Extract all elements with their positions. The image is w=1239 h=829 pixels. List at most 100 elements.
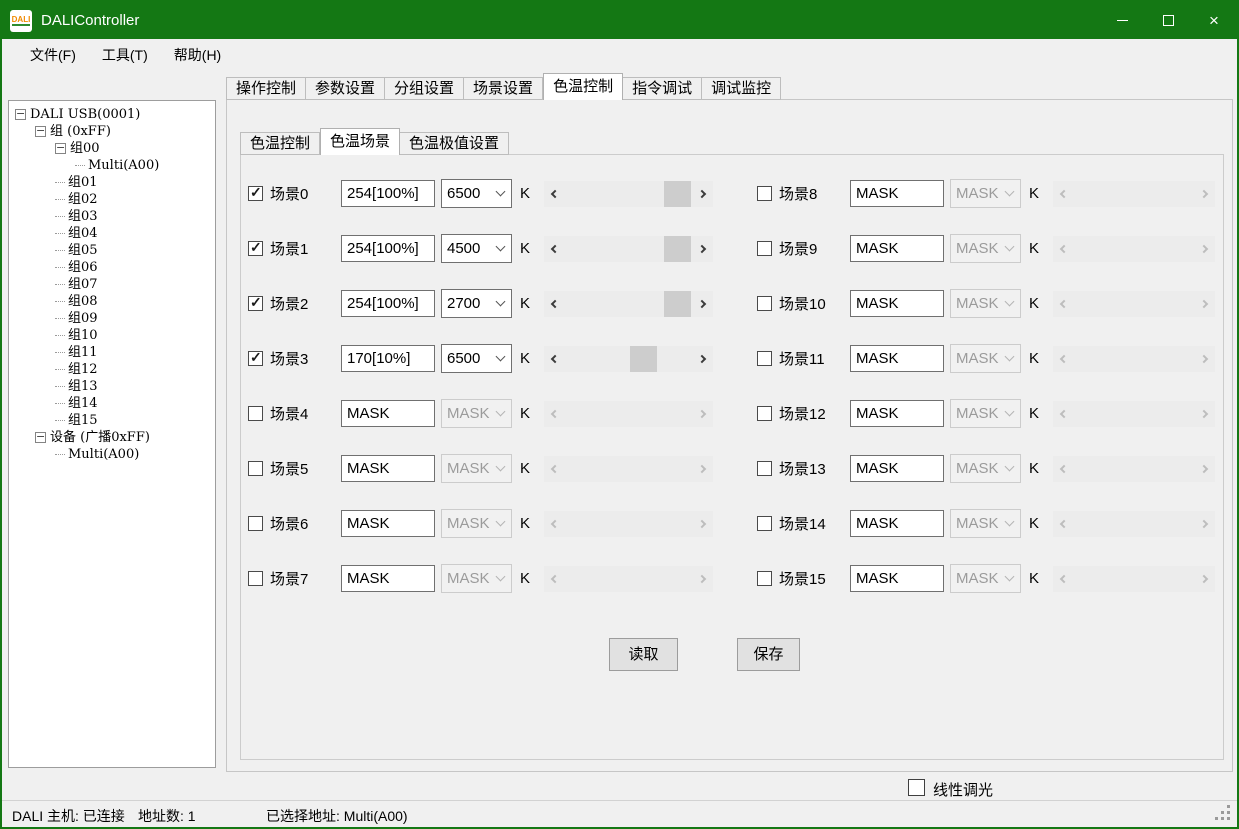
scroll-left-icon[interactable]	[1060, 574, 1068, 582]
scene-temp-select[interactable]: MASK	[950, 399, 1021, 428]
scene-level-input[interactable]	[850, 180, 944, 207]
scene-level-input[interactable]	[341, 510, 435, 537]
scroll-right-icon[interactable]	[1200, 354, 1208, 362]
scrollbar-thumb[interactable]	[664, 236, 691, 262]
scroll-left-icon[interactable]	[551, 519, 559, 527]
scene-temp-select[interactable]: MASK	[441, 399, 512, 428]
scroll-right-icon[interactable]	[698, 464, 706, 472]
scroll-right-icon[interactable]	[698, 519, 706, 527]
scene-level-input[interactable]	[341, 290, 435, 317]
resize-grip-icon[interactable]	[1227, 817, 1230, 820]
main-tab-3[interactable]: 场景设置	[464, 77, 543, 100]
menu-item-0[interactable]: 文件(F)	[17, 43, 89, 68]
scene-level-input[interactable]	[850, 455, 944, 482]
tree-item-10[interactable]: 组07	[9, 276, 215, 293]
scene-temp-scrollbar[interactable]	[1053, 456, 1215, 482]
scene-temp-scrollbar[interactable]	[1053, 236, 1215, 262]
scene-level-input[interactable]	[850, 345, 944, 372]
scene-temp-select[interactable]: 4500	[441, 234, 512, 263]
scroll-right-icon[interactable]	[1200, 189, 1208, 197]
scrollbar-thumb[interactable]	[664, 181, 691, 207]
main-tab-0[interactable]: 操作控制	[226, 77, 306, 100]
linear-dimming-checkbox[interactable]	[908, 779, 925, 796]
tree-item-19[interactable]: −设备 (广播0xFF)	[9, 429, 215, 446]
scroll-right-icon[interactable]	[1200, 409, 1208, 417]
sub-tab-0[interactable]: 色温控制	[240, 132, 320, 155]
tree-item-1[interactable]: −组 (0xFF)	[9, 123, 215, 140]
tree-item-11[interactable]: 组08	[9, 293, 215, 310]
scene-checkbox[interactable]: ✓	[248, 186, 263, 201]
tree-item-3[interactable]: Multi(A00)	[9, 157, 215, 174]
tree-expander-icon[interactable]: −	[15, 109, 26, 120]
scene-temp-scrollbar[interactable]	[544, 456, 713, 482]
scene-temp-scrollbar[interactable]	[544, 401, 713, 427]
tree-expander-icon[interactable]: −	[35, 126, 46, 137]
scene-temp-select[interactable]: MASK	[950, 454, 1021, 483]
scroll-left-icon[interactable]	[551, 244, 559, 252]
scene-level-input[interactable]	[341, 235, 435, 262]
maximize-button[interactable]	[1145, 2, 1191, 39]
scroll-right-icon[interactable]	[1200, 244, 1208, 252]
scene-temp-scrollbar[interactable]	[1053, 511, 1215, 537]
scene-temp-scrollbar[interactable]	[1053, 291, 1215, 317]
scene-temp-scrollbar[interactable]	[544, 181, 713, 207]
scene-checkbox[interactable]	[757, 516, 772, 531]
tree-item-2[interactable]: −组00	[9, 140, 215, 157]
scroll-left-icon[interactable]	[551, 299, 559, 307]
tree-item-14[interactable]: 组11	[9, 344, 215, 361]
sub-tab-1[interactable]: 色温场景	[320, 128, 400, 155]
scene-temp-scrollbar[interactable]	[1053, 181, 1215, 207]
scene-checkbox[interactable]	[757, 406, 772, 421]
tree-expander-icon[interactable]: −	[55, 143, 66, 154]
scene-level-input[interactable]	[341, 400, 435, 427]
scene-checkbox[interactable]: ✓	[248, 296, 263, 311]
scroll-left-icon[interactable]	[1060, 519, 1068, 527]
scroll-left-icon[interactable]	[551, 409, 559, 417]
scene-temp-select[interactable]: 6500	[441, 344, 512, 373]
scene-level-input[interactable]	[341, 180, 435, 207]
scroll-right-icon[interactable]	[1200, 519, 1208, 527]
tree-item-13[interactable]: 组10	[9, 327, 215, 344]
save-button[interactable]: 保存	[737, 638, 800, 671]
scroll-left-icon[interactable]	[551, 464, 559, 472]
scroll-left-icon[interactable]	[1060, 464, 1068, 472]
scene-checkbox[interactable]: ✓	[248, 241, 263, 256]
scene-temp-select[interactable]: MASK	[950, 234, 1021, 263]
scroll-right-icon[interactable]	[698, 244, 706, 252]
scene-checkbox[interactable]	[757, 461, 772, 476]
scroll-left-icon[interactable]	[1060, 299, 1068, 307]
main-tab-6[interactable]: 调试监控	[702, 77, 781, 100]
scroll-right-icon[interactable]	[698, 299, 706, 307]
tree-item-15[interactable]: 组12	[9, 361, 215, 378]
tree-item-12[interactable]: 组09	[9, 310, 215, 327]
scroll-right-icon[interactable]	[698, 409, 706, 417]
read-button[interactable]: 读取	[609, 638, 678, 671]
close-button[interactable]: ×	[1191, 2, 1237, 39]
scroll-right-icon[interactable]	[698, 574, 706, 582]
scene-checkbox[interactable]	[757, 241, 772, 256]
scene-checkbox[interactable]	[757, 351, 772, 366]
main-tab-2[interactable]: 分组设置	[385, 77, 464, 100]
scene-temp-scrollbar[interactable]	[544, 346, 713, 372]
tree-item-20[interactable]: Multi(A00)	[9, 446, 215, 463]
scene-temp-select[interactable]: MASK	[950, 344, 1021, 373]
tree-item-9[interactable]: 组06	[9, 259, 215, 276]
tree-item-0[interactable]: −DALI USB(0001)	[9, 106, 215, 123]
menu-item-2[interactable]: 帮助(H)	[161, 43, 234, 68]
scene-checkbox[interactable]	[757, 571, 772, 586]
scene-checkbox[interactable]	[248, 571, 263, 586]
scene-level-input[interactable]	[850, 290, 944, 317]
scene-checkbox[interactable]	[248, 516, 263, 531]
scene-temp-scrollbar[interactable]	[1053, 566, 1215, 592]
scroll-left-icon[interactable]	[1060, 409, 1068, 417]
scene-temp-select[interactable]: MASK	[441, 509, 512, 538]
sub-tab-2[interactable]: 色温极值设置	[400, 132, 509, 155]
scene-temp-select[interactable]: MASK	[441, 454, 512, 483]
scroll-right-icon[interactable]	[1200, 464, 1208, 472]
scene-level-input[interactable]	[341, 565, 435, 592]
tree-expander-icon[interactable]: −	[35, 432, 46, 443]
tree-item-4[interactable]: 组01	[9, 174, 215, 191]
tree-item-7[interactable]: 组04	[9, 225, 215, 242]
scene-level-input[interactable]	[850, 565, 944, 592]
scene-checkbox[interactable]: ✓	[248, 351, 263, 366]
